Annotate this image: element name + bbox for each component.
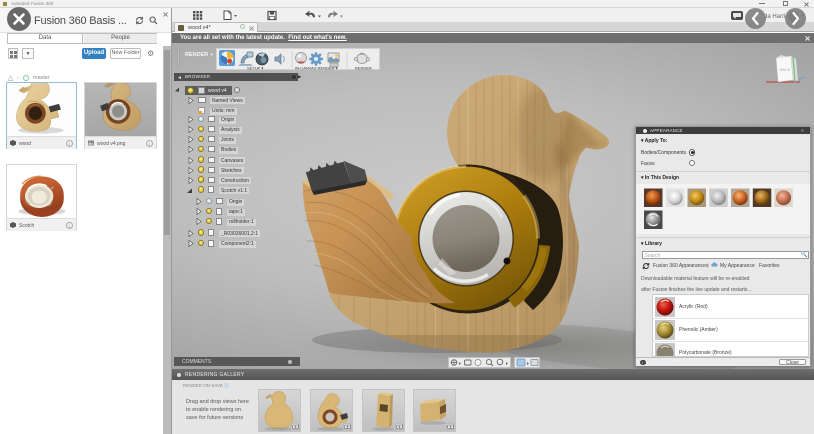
svg-text:BACK: BACK: [780, 68, 791, 72]
